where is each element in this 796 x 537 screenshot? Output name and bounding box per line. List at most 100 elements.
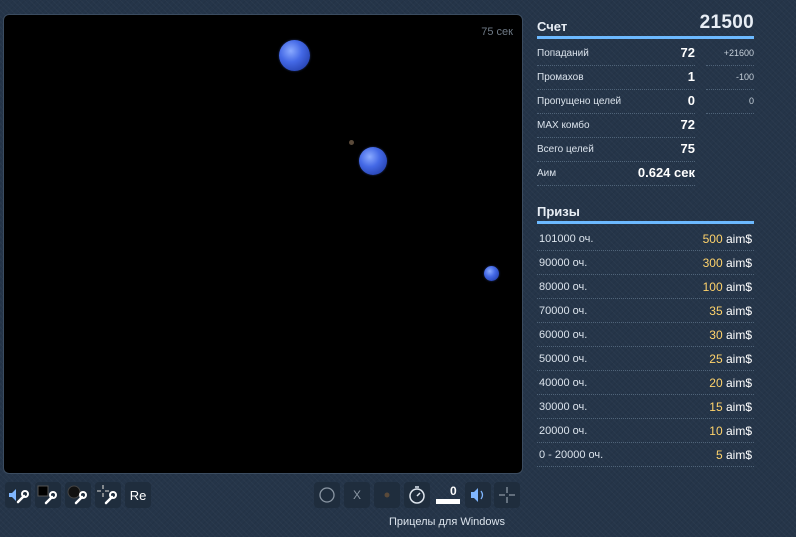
square-wrench-icon <box>37 485 59 505</box>
sound-settings-button[interactable] <box>5 482 31 508</box>
circle-outline-icon <box>318 486 336 504</box>
stat-label: Пропущено целей <box>537 96 695 114</box>
prize-row: 60000 оч. 30 aim$ <box>537 323 754 347</box>
crosshair-wrench-icon <box>97 485 119 505</box>
stat-label: Всего целей <box>537 144 695 162</box>
prizes-header: Призы <box>537 200 754 224</box>
prize-row: 20000 оч. 10 aim$ <box>537 419 754 443</box>
stat-row-missed-targets: Пропущено целей 0 0 <box>537 91 754 115</box>
prize-amount: 10 <box>709 424 723 438</box>
stat-extra: 0 <box>706 96 754 114</box>
stat-extra <box>706 120 754 137</box>
prize-row: 101000 оч. 500 aim$ <box>537 227 754 251</box>
prize-points: 0 - 20000 оч. <box>539 449 604 461</box>
stat-extra: -100 <box>706 72 754 90</box>
prize-row: 70000 оч. 35 aim$ <box>537 299 754 323</box>
prize-currency: aim$ <box>725 424 752 438</box>
prize-currency: aim$ <box>725 400 752 414</box>
stat-label: MAX комбо <box>537 120 695 138</box>
prize-amount: 30 <box>709 328 723 342</box>
prize-currency: aim$ <box>725 256 752 270</box>
dot-icon <box>382 490 392 500</box>
restart-button[interactable]: Re <box>125 482 151 508</box>
windows-crosshairs-link[interactable]: Прицелы для Windows <box>389 516 505 528</box>
target-settings-button[interactable] <box>65 482 91 508</box>
timer-text: 75 сек <box>481 26 513 38</box>
prize-currency: aim$ <box>725 304 752 318</box>
stat-extra: +21600 <box>706 48 754 66</box>
score-label: Счет <box>537 19 568 34</box>
prize-amount: 300 <box>702 256 723 270</box>
prize-currency: aim$ <box>725 448 752 462</box>
prize-row: 90000 оч. 300 aim$ <box>537 251 754 275</box>
stat-value: 75 <box>680 141 695 156</box>
prize-points: 30000 оч. <box>539 401 588 413</box>
stat-value: 0 <box>687 93 695 108</box>
stat-row-aim: Аим 0.624 сек <box>537 163 754 187</box>
prize-row: 40000 оч. 20 aim$ <box>537 371 754 395</box>
restart-label: Re <box>129 487 147 503</box>
target-ball[interactable] <box>359 147 387 175</box>
prize-row: 30000 оч. 15 aim$ <box>537 395 754 419</box>
x-label: X <box>352 488 361 502</box>
prize-amount: 500 <box>702 232 723 246</box>
prize-points: 80000 оч. <box>539 281 588 293</box>
miss-marker <box>349 140 354 145</box>
prize-amount: 35 <box>709 304 723 318</box>
slider-value: 0 <box>450 484 457 498</box>
stat-row-total-targets: Всего целей 75 <box>537 139 754 163</box>
prize-currency: aim$ <box>725 328 752 342</box>
prize-currency: aim$ <box>725 376 752 390</box>
close-target-button[interactable]: X <box>344 482 370 508</box>
target-ball[interactable] <box>279 40 310 71</box>
prize-amount: 15 <box>709 400 723 414</box>
stat-row-misses: Промахов 1 -100 <box>537 67 754 91</box>
prize-currency: aim$ <box>725 232 752 246</box>
stat-row-hits: Попаданий 72 +21600 <box>537 43 754 67</box>
stat-label: Промахов <box>537 72 695 90</box>
game-arena[interactable]: 75 сек <box>3 14 523 474</box>
ball-wrench-icon <box>67 485 89 505</box>
prize-currency: aim$ <box>725 352 752 366</box>
stat-value: 72 <box>680 117 695 132</box>
stopwatch-icon <box>408 485 426 505</box>
prize-row: 80000 оч. 100 aim$ <box>537 275 754 299</box>
prize-points: 90000 оч. <box>539 257 588 269</box>
prize-points: 50000 оч. <box>539 353 588 365</box>
prizes-title: Призы <box>537 204 580 219</box>
timer-button[interactable] <box>404 482 430 508</box>
background-settings-button[interactable] <box>35 482 61 508</box>
stat-label: Попаданий <box>537 48 695 66</box>
crosshair-settings-button[interactable] <box>95 482 121 508</box>
prize-amount: 20 <box>709 376 723 390</box>
stat-extra <box>706 144 754 161</box>
speaker-wrench-icon <box>7 485 29 505</box>
prize-points: 20000 оч. <box>539 425 588 437</box>
prize-points: 40000 оч. <box>539 377 588 389</box>
stat-value: 0.624 сек <box>637 165 695 180</box>
sound-button[interactable] <box>465 482 491 508</box>
prize-row: 50000 оч. 25 aim$ <box>537 347 754 371</box>
stat-value: 72 <box>680 45 695 60</box>
speaker-icon <box>469 486 487 504</box>
prize-amount: 25 <box>709 352 723 366</box>
prize-currency: aim$ <box>725 280 752 294</box>
score-header: Счет 21500 <box>537 10 754 39</box>
slider-bar <box>436 499 460 504</box>
prize-row: 0 - 20000 оч. 5 aim$ <box>537 443 754 467</box>
prize-points: 70000 оч. <box>539 305 588 317</box>
prize-points: 60000 оч. <box>539 329 588 341</box>
volume-slider[interactable]: 0 <box>434 482 464 508</box>
prize-points: 101000 оч. <box>539 233 594 245</box>
score-value: 21500 <box>699 12 754 33</box>
prize-amount: 5 <box>715 448 723 462</box>
crosshair-icon <box>498 486 516 504</box>
stat-value: 1 <box>687 69 695 84</box>
small-target-button[interactable] <box>374 482 400 508</box>
stat-row-max-combo: MAX комбо 72 <box>537 115 754 139</box>
target-ball[interactable] <box>484 266 499 281</box>
target-circle-button[interactable] <box>314 482 340 508</box>
crosshair-button[interactable] <box>494 482 520 508</box>
stat-extra <box>706 168 754 185</box>
prize-amount: 100 <box>702 280 723 294</box>
